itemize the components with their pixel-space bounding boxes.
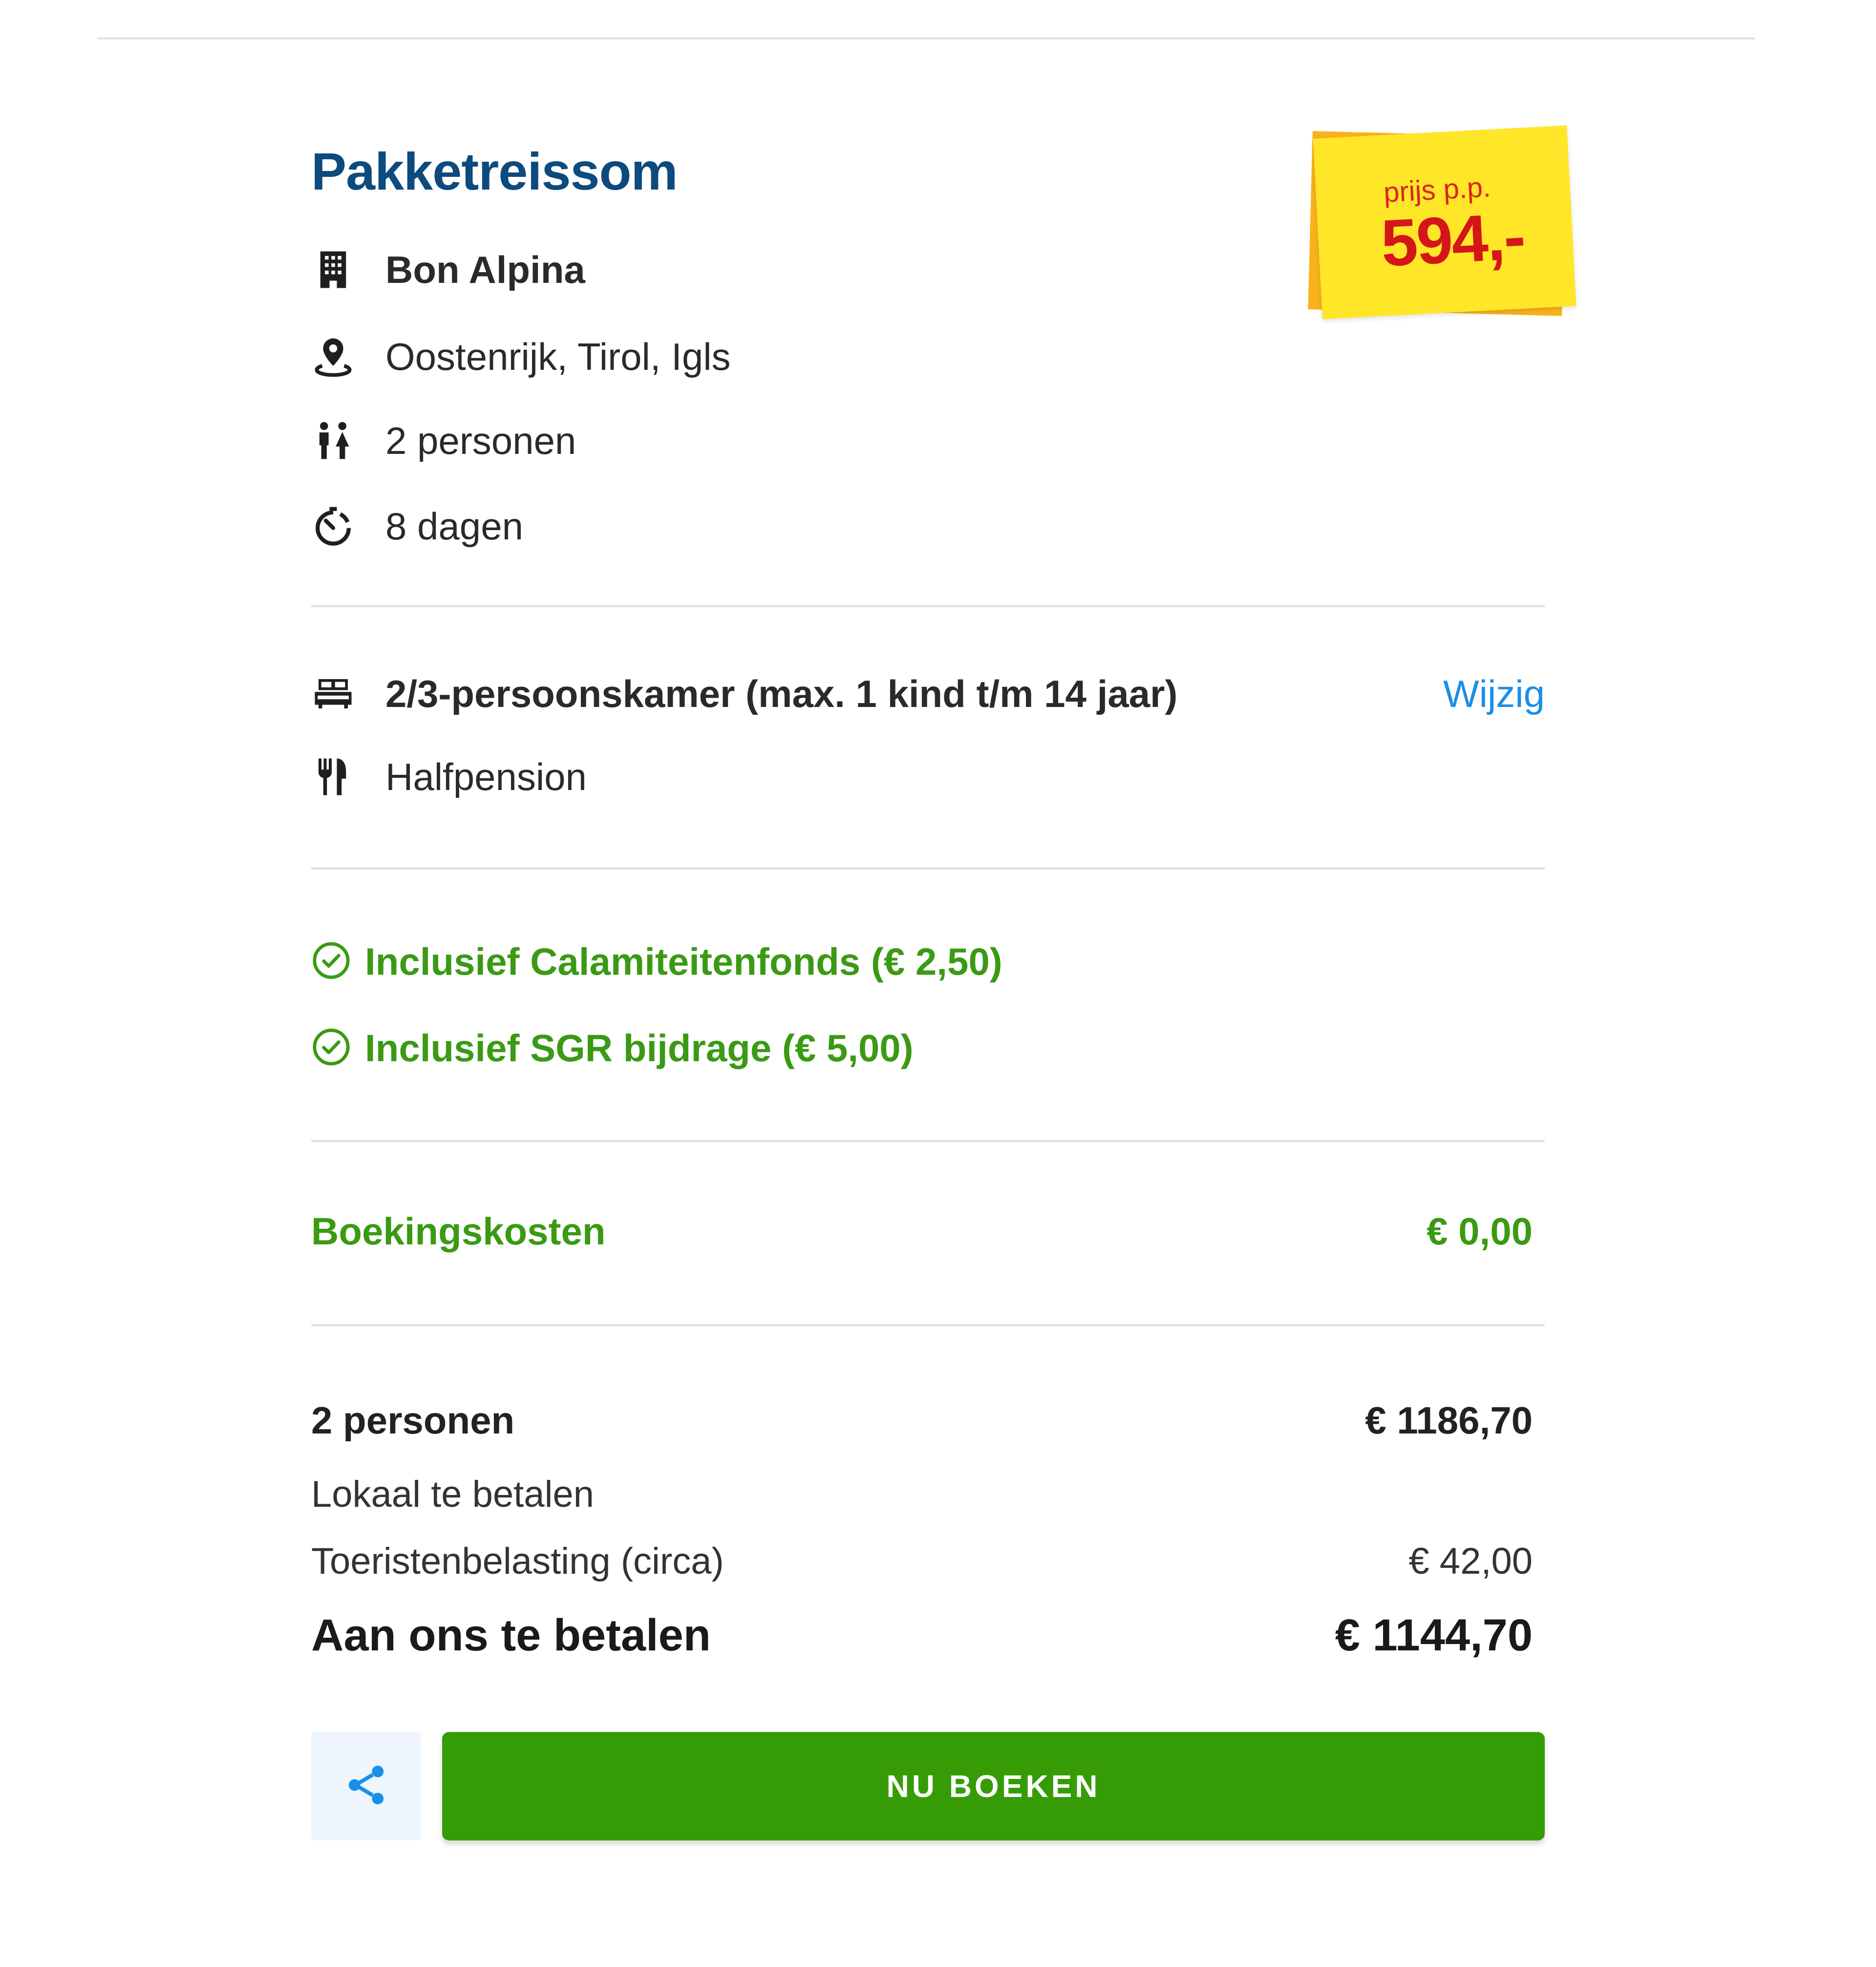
bed-icon — [311, 669, 360, 718]
map-pin-icon — [311, 332, 360, 381]
booking-costs-row: Boekingskosten € 0,00 — [311, 1209, 1533, 1254]
cutlery-icon — [311, 752, 360, 801]
persons-price-value: € 1186,70 — [1365, 1399, 1533, 1442]
change-room-link[interactable]: Wijzig — [1443, 667, 1545, 721]
divider — [311, 605, 1545, 607]
page: Pakketreissom prijs p.p. 594,- Bon Alpin… — [0, 0, 1876, 1967]
divider — [311, 867, 1545, 870]
timer-icon — [311, 502, 360, 551]
room-row: 2/3-persoonskamer (max. 1 kind t/m 14 ja… — [311, 667, 1177, 721]
total-value: € 1144,70 — [1335, 1610, 1533, 1660]
room-type: 2/3-persoonskamer (max. 1 kind t/m 14 ja… — [385, 672, 1178, 715]
check-circle-icon — [311, 1027, 351, 1069]
persons-price-row: 2 personen € 1186,70 — [311, 1398, 1533, 1443]
booking-costs-value: € 0,00 — [1427, 1210, 1533, 1253]
tourist-tax-row: Toeristenbelasting (circa) € 42,00 — [311, 1540, 1533, 1582]
check-circle-icon — [311, 941, 351, 983]
hotel-row: Bon Alpina — [311, 243, 585, 297]
book-now-button[interactable]: NU BOEKEN — [442, 1732, 1545, 1840]
divider — [311, 1140, 1545, 1142]
tourist-tax-label: Toeristenbelasting (circa) — [311, 1540, 724, 1582]
duration-text: 8 dagen — [385, 505, 523, 548]
share-button[interactable] — [311, 1732, 421, 1840]
board-row: Halfpension — [311, 750, 587, 804]
page-title: Pakketreissom — [311, 142, 678, 201]
location-text: Oostenrijk, Tirol, Igls — [385, 335, 731, 378]
inclusion-item: Inclusief SGR bijdrage (€ 5,00) — [311, 1021, 914, 1075]
price-sticker: prijs p.p. 594,- — [1296, 125, 1577, 325]
share-icon — [343, 1762, 389, 1811]
duration-row: 8 dagen — [311, 499, 523, 553]
board-text: Halfpension — [385, 755, 587, 798]
package-summary-card: Pakketreissom prijs p.p. 594,- Bon Alpin… — [311, 0, 1577, 1967]
divider — [311, 1324, 1545, 1326]
hotel-name: Bon Alpina — [385, 248, 585, 291]
booking-costs-label: Boekingskosten — [311, 1210, 606, 1253]
location-row: Oostenrijk, Tirol, Igls — [311, 330, 731, 384]
inclusion-item: Inclusief Calamiteitenfonds (€ 2,50) — [311, 935, 1002, 988]
persons-row: 2 personen — [311, 414, 576, 468]
local-payment-row: Lokaal te betalen — [311, 1473, 1533, 1516]
total-label: Aan ons te betalen — [311, 1610, 711, 1660]
people-icon — [311, 416, 360, 465]
inclusion-label: Inclusief SGR bijdrage (€ 5,00) — [365, 1026, 914, 1069]
persons-text: 2 personen — [385, 419, 576, 462]
inclusion-label: Inclusief Calamiteitenfonds (€ 2,50) — [365, 940, 1002, 983]
total-row: Aan ons te betalen € 1144,70 — [311, 1610, 1533, 1661]
persons-price-label: 2 personen — [311, 1399, 515, 1442]
sticker-price: 594,- — [1379, 199, 1526, 280]
building-icon — [311, 245, 360, 294]
local-payment-label: Lokaal te betalen — [311, 1474, 594, 1515]
tourist-tax-value: € 42,00 — [1408, 1540, 1533, 1582]
